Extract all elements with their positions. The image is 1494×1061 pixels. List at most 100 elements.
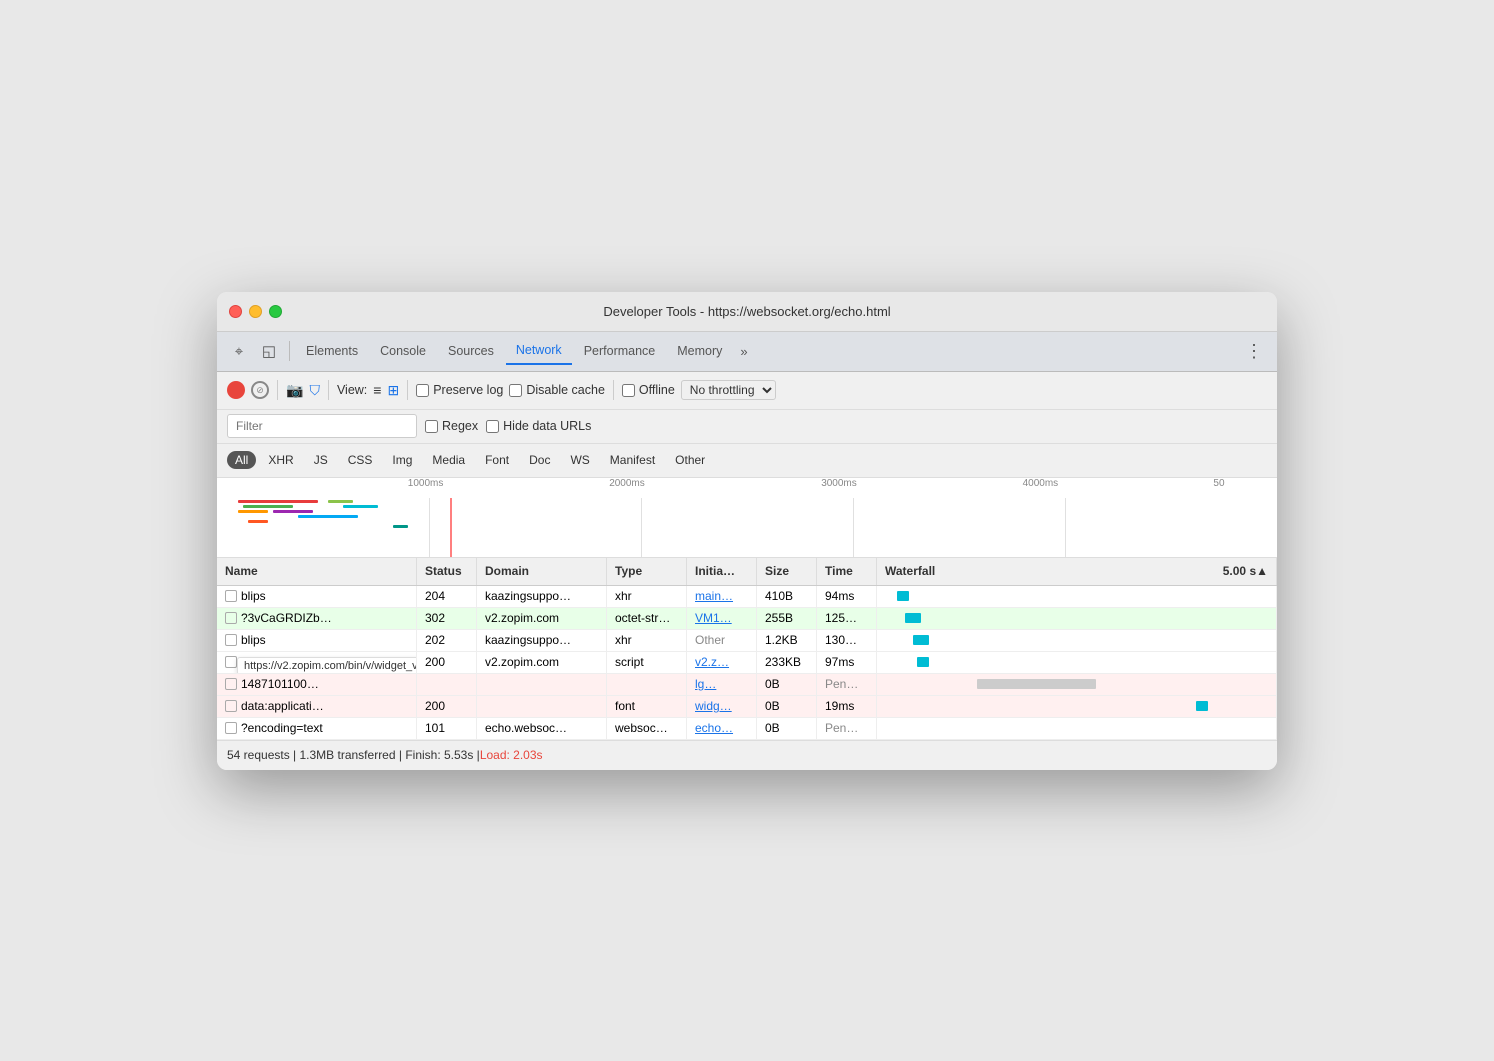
- tabs-more-button[interactable]: »: [734, 340, 753, 363]
- waterfall-bar: [913, 635, 929, 645]
- td-domain: kaazingsuppo…: [477, 586, 607, 607]
- status-bar: 54 requests | 1.3MB transferred | Finish…: [217, 740, 1277, 770]
- timeline-redline: [450, 498, 452, 557]
- toolbar-divider-4: [613, 380, 614, 400]
- th-initiator[interactable]: Initia…: [687, 558, 757, 585]
- clear-button[interactable]: ⊘: [251, 381, 269, 399]
- row-checkbox[interactable]: [225, 722, 237, 734]
- table-row[interactable]: 1487101100… lg… 0B Pen…: [217, 674, 1277, 696]
- td-initiator: widg…: [687, 696, 757, 717]
- regex-check[interactable]: Regex: [425, 419, 478, 433]
- offline-check[interactable]: Offline: [622, 383, 675, 397]
- inspect-icon[interactable]: ◱: [255, 337, 283, 365]
- waterfall-bar: [917, 657, 929, 667]
- cursor-icon[interactable]: ⌖: [225, 337, 253, 365]
- throttling-select[interactable]: No throttling: [681, 380, 776, 400]
- td-type: octet-str…: [607, 608, 687, 629]
- th-size[interactable]: Size: [757, 558, 817, 585]
- td-domain: [477, 696, 607, 717]
- disable-cache-check[interactable]: Disable cache: [509, 383, 605, 397]
- table-row[interactable]: blips 204 kaazingsuppo… xhr main… 410B 9…: [217, 586, 1277, 608]
- filter-input[interactable]: [227, 414, 417, 438]
- record-button[interactable]: [227, 381, 245, 399]
- td-type: [607, 674, 687, 695]
- group-view-button[interactable]: ⊞: [387, 382, 399, 399]
- td-time: 94ms: [817, 586, 877, 607]
- td-type: xhr: [607, 630, 687, 651]
- tab-elements[interactable]: Elements: [296, 338, 368, 364]
- toolbar-divider-1: [277, 380, 278, 400]
- td-waterfall: [877, 652, 1277, 673]
- type-filter-media[interactable]: Media: [424, 451, 473, 469]
- th-waterfall[interactable]: Waterfall 5.00 s▲: [877, 558, 1277, 585]
- tab-divider: [289, 341, 290, 361]
- table-row[interactable]: widget_v2.18… ↗ https://v2.zopim.com/bin…: [217, 652, 1277, 674]
- td-initiator: VM1…: [687, 608, 757, 629]
- timeline-label-4000: 4000ms: [1023, 478, 1059, 489]
- row-checkbox[interactable]: [225, 612, 237, 624]
- type-filter-xhr[interactable]: XHR: [260, 451, 301, 469]
- tab-network[interactable]: Network: [506, 337, 572, 365]
- status-text: 54 requests | 1.3MB transferred | Finish…: [227, 748, 480, 762]
- td-waterfall: [877, 674, 1277, 695]
- table-row[interactable]: data:applicati… 200 font widg… 0B 19ms: [217, 696, 1277, 718]
- td-name: blips: [217, 630, 417, 651]
- table-row[interactable]: ?encoding=text 101 echo.websoc… websoc… …: [217, 718, 1277, 740]
- td-time: 125…: [817, 608, 877, 629]
- camera-button[interactable]: 📷: [286, 382, 303, 399]
- td-name: ?encoding=text: [217, 718, 417, 739]
- tab-memory[interactable]: Memory: [667, 338, 732, 364]
- type-filter-font[interactable]: Font: [477, 451, 517, 469]
- tabs-menu-button[interactable]: ⋮: [1239, 337, 1269, 366]
- type-filter-all[interactable]: All: [227, 451, 256, 469]
- tab-sources[interactable]: Sources: [438, 338, 504, 364]
- minimize-button[interactable]: [249, 305, 262, 318]
- preserve-log-check[interactable]: Preserve log: [416, 383, 503, 397]
- td-domain: echo.websoc…: [477, 718, 607, 739]
- close-button[interactable]: [229, 305, 242, 318]
- type-filter-manifest[interactable]: Manifest: [602, 451, 663, 469]
- row-checkbox[interactable]: [225, 700, 237, 712]
- td-initiator: main…: [687, 586, 757, 607]
- th-status[interactable]: Status: [417, 558, 477, 585]
- td-status: 302: [417, 608, 477, 629]
- td-type: script: [607, 652, 687, 673]
- type-filter-img[interactable]: Img: [384, 451, 420, 469]
- td-status: 101: [417, 718, 477, 739]
- td-status: 204: [417, 586, 477, 607]
- filter-button[interactable]: ⛉: [309, 382, 320, 399]
- url-tooltip: https://v2.zopim.com/bin/v/widget_v2.186…: [237, 657, 417, 673]
- tab-console[interactable]: Console: [370, 338, 436, 364]
- td-size: 233KB: [757, 652, 817, 673]
- type-filter-other[interactable]: Other: [667, 451, 713, 469]
- gridline-3: [853, 498, 854, 557]
- timeline-label-3000: 3000ms: [821, 478, 857, 489]
- list-view-button[interactable]: ≡: [373, 382, 381, 398]
- row-checkbox[interactable]: [225, 656, 237, 668]
- type-filter-css[interactable]: CSS: [340, 451, 381, 469]
- td-size: 1.2KB: [757, 630, 817, 651]
- table-row[interactable]: ?3vCaGRDIZb… 302 v2.zopim.com octet-str……: [217, 608, 1277, 630]
- row-checkbox[interactable]: [225, 590, 237, 602]
- waterfall-bar: [1196, 701, 1208, 711]
- type-filter-js[interactable]: JS: [306, 451, 336, 469]
- th-name[interactable]: Name: [217, 558, 417, 585]
- td-type: xhr: [607, 586, 687, 607]
- row-checkbox[interactable]: [225, 634, 237, 646]
- maximize-button[interactable]: [269, 305, 282, 318]
- td-domain: v2.zopim.com: [477, 652, 607, 673]
- td-initiator: lg…: [687, 674, 757, 695]
- hide-data-urls-check[interactable]: Hide data URLs: [486, 419, 591, 433]
- td-type: font: [607, 696, 687, 717]
- td-domain: v2.zopim.com: [477, 608, 607, 629]
- type-filter-doc[interactable]: Doc: [521, 451, 558, 469]
- table-row[interactable]: blips 202 kaazingsuppo… xhr Other 1.2KB …: [217, 630, 1277, 652]
- toolbar-divider-3: [407, 380, 408, 400]
- th-type[interactable]: Type: [607, 558, 687, 585]
- th-time[interactable]: Time: [817, 558, 877, 585]
- th-domain[interactable]: Domain: [477, 558, 607, 585]
- window-title: Developer Tools - https://websocket.org/…: [603, 304, 890, 319]
- tab-performance[interactable]: Performance: [574, 338, 666, 364]
- row-checkbox[interactable]: [225, 678, 237, 690]
- type-filter-ws[interactable]: WS: [562, 451, 597, 469]
